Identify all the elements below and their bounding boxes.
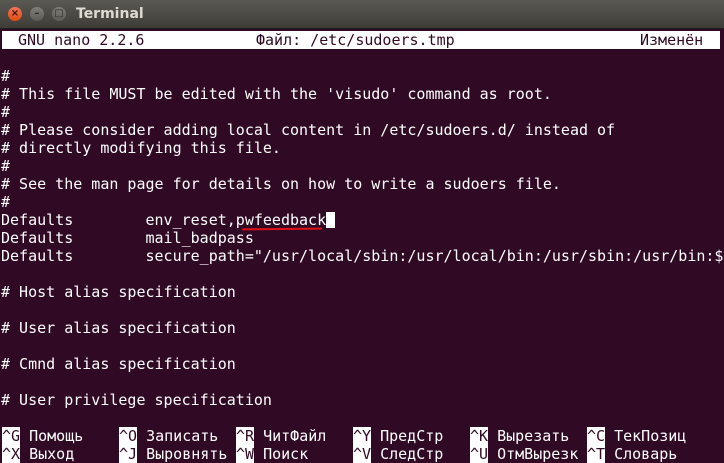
window-title: Terminal <box>76 6 144 22</box>
shortcut-key: ^K <box>470 427 489 445</box>
shortcut-label: Записать <box>146 427 219 445</box>
shortcut-justify[interactable]: ^J Выровнять <box>119 445 227 463</box>
editor-line: # User privilege specification <box>1 391 272 409</box>
shortcut-cut-text[interactable]: ^K Вырезать <box>470 427 569 445</box>
shortcut-label: Выровнять <box>146 445 228 463</box>
editor-line-current[interactable]: Defaults env_reset,pwfeedback <box>1 211 336 229</box>
editor-line: # This file MUST be edited with the 'vis… <box>1 85 552 103</box>
shortcut-write-out[interactable]: ^O Записать <box>119 427 218 445</box>
shortcut-label: ТекПозиц <box>614 427 687 445</box>
nano-header-bar: GNU nano 2.2.6 Файл: /etc/sudoers.tmp Из… <box>2 31 720 49</box>
editor-line: # directly modifying this file. <box>1 139 281 157</box>
text-cursor <box>326 212 336 228</box>
shortcut-label: Вырезать <box>497 427 570 445</box>
shortcut-key: ^T <box>587 445 606 463</box>
shortcut-label: ПредСтр <box>380 427 444 445</box>
editor-line: Defaults mail_badpass <box>1 229 254 247</box>
shortcut-uncut-text[interactable]: ^U ОтмВырезк <box>470 445 578 463</box>
shortcut-key: ^W <box>236 445 255 463</box>
shortcut-key: ^V <box>353 445 372 463</box>
modified-status: Изменён <box>640 31 704 49</box>
title-bar: × – □ Terminal <box>0 0 724 29</box>
editor-line: # <box>1 157 11 175</box>
shortcut-key: ^O <box>119 427 138 445</box>
minimize-window-button[interactable]: – <box>30 7 44 21</box>
shortcut-label: СледСтр <box>380 445 444 463</box>
shortcut-label: Словарь <box>614 445 678 463</box>
maximize-window-button[interactable]: □ <box>52 7 66 21</box>
shortcut-label: Помощь <box>29 427 84 445</box>
file-name-label: Файл: /etc/sudoers.tmp <box>256 31 455 49</box>
shortcut-cur-pos[interactable]: ^C ТекПозиц <box>587 427 686 445</box>
shortcut-key: ^C <box>587 427 606 445</box>
shortcut-key: ^X <box>2 445 21 463</box>
shortcut-label: Выход <box>29 445 75 463</box>
shortcut-next-page[interactable]: ^V СледСтр <box>353 445 443 463</box>
shortcut-label: ЧитФайл <box>263 427 327 445</box>
terminal-area[interactable]: GNU nano 2.2.6 Файл: /etc/sudoers.tmp Из… <box>0 28 724 463</box>
shortcut-key: ^J <box>119 445 138 463</box>
shortcut-where-is[interactable]: ^W Поиск <box>236 445 308 463</box>
shortcut-key: ^Y <box>353 427 372 445</box>
nano-version: GNU nano 2.2.6 <box>18 31 145 49</box>
shortcut-exit[interactable]: ^X Выход <box>2 445 74 463</box>
shortcut-spell[interactable]: ^T Словарь <box>587 445 677 463</box>
shortcut-help[interactable]: ^G Помощь <box>2 427 83 445</box>
editor-line: # Please consider adding local content i… <box>1 121 616 139</box>
terminal-window: × – □ Terminal GNU nano 2.2.6 Файл: /etc… <box>0 0 724 463</box>
editor-line: # <box>1 67 11 85</box>
current-line-text: Defaults env_reset,pwfeedback <box>1 211 327 229</box>
shortcut-label: Поиск <box>263 445 309 463</box>
editor-line: # <box>1 103 11 121</box>
editor-line: # See the man page for details on how to… <box>1 175 561 193</box>
editor-line: Defaults secure_path="/usr/local/sbin:/u… <box>1 247 724 265</box>
pwfeedback-highlight-underline <box>241 227 323 231</box>
shortcut-key: ^U <box>470 445 489 463</box>
shortcut-label: ОтмВырезк <box>497 445 579 463</box>
shortcut-prev-page[interactable]: ^Y ПредСтр <box>353 427 443 445</box>
editor-line: # <box>1 193 11 211</box>
shortcut-read-file[interactable]: ^R ЧитФайл <box>236 427 326 445</box>
editor-line: # Host alias specification <box>1 283 236 301</box>
close-window-button[interactable]: × <box>8 7 22 21</box>
shortcut-key: ^R <box>236 427 255 445</box>
editor-line: # Cmnd alias specification <box>1 355 236 373</box>
editor-line: # User alias specification <box>1 319 236 337</box>
shortcut-key: ^G <box>2 427 21 445</box>
